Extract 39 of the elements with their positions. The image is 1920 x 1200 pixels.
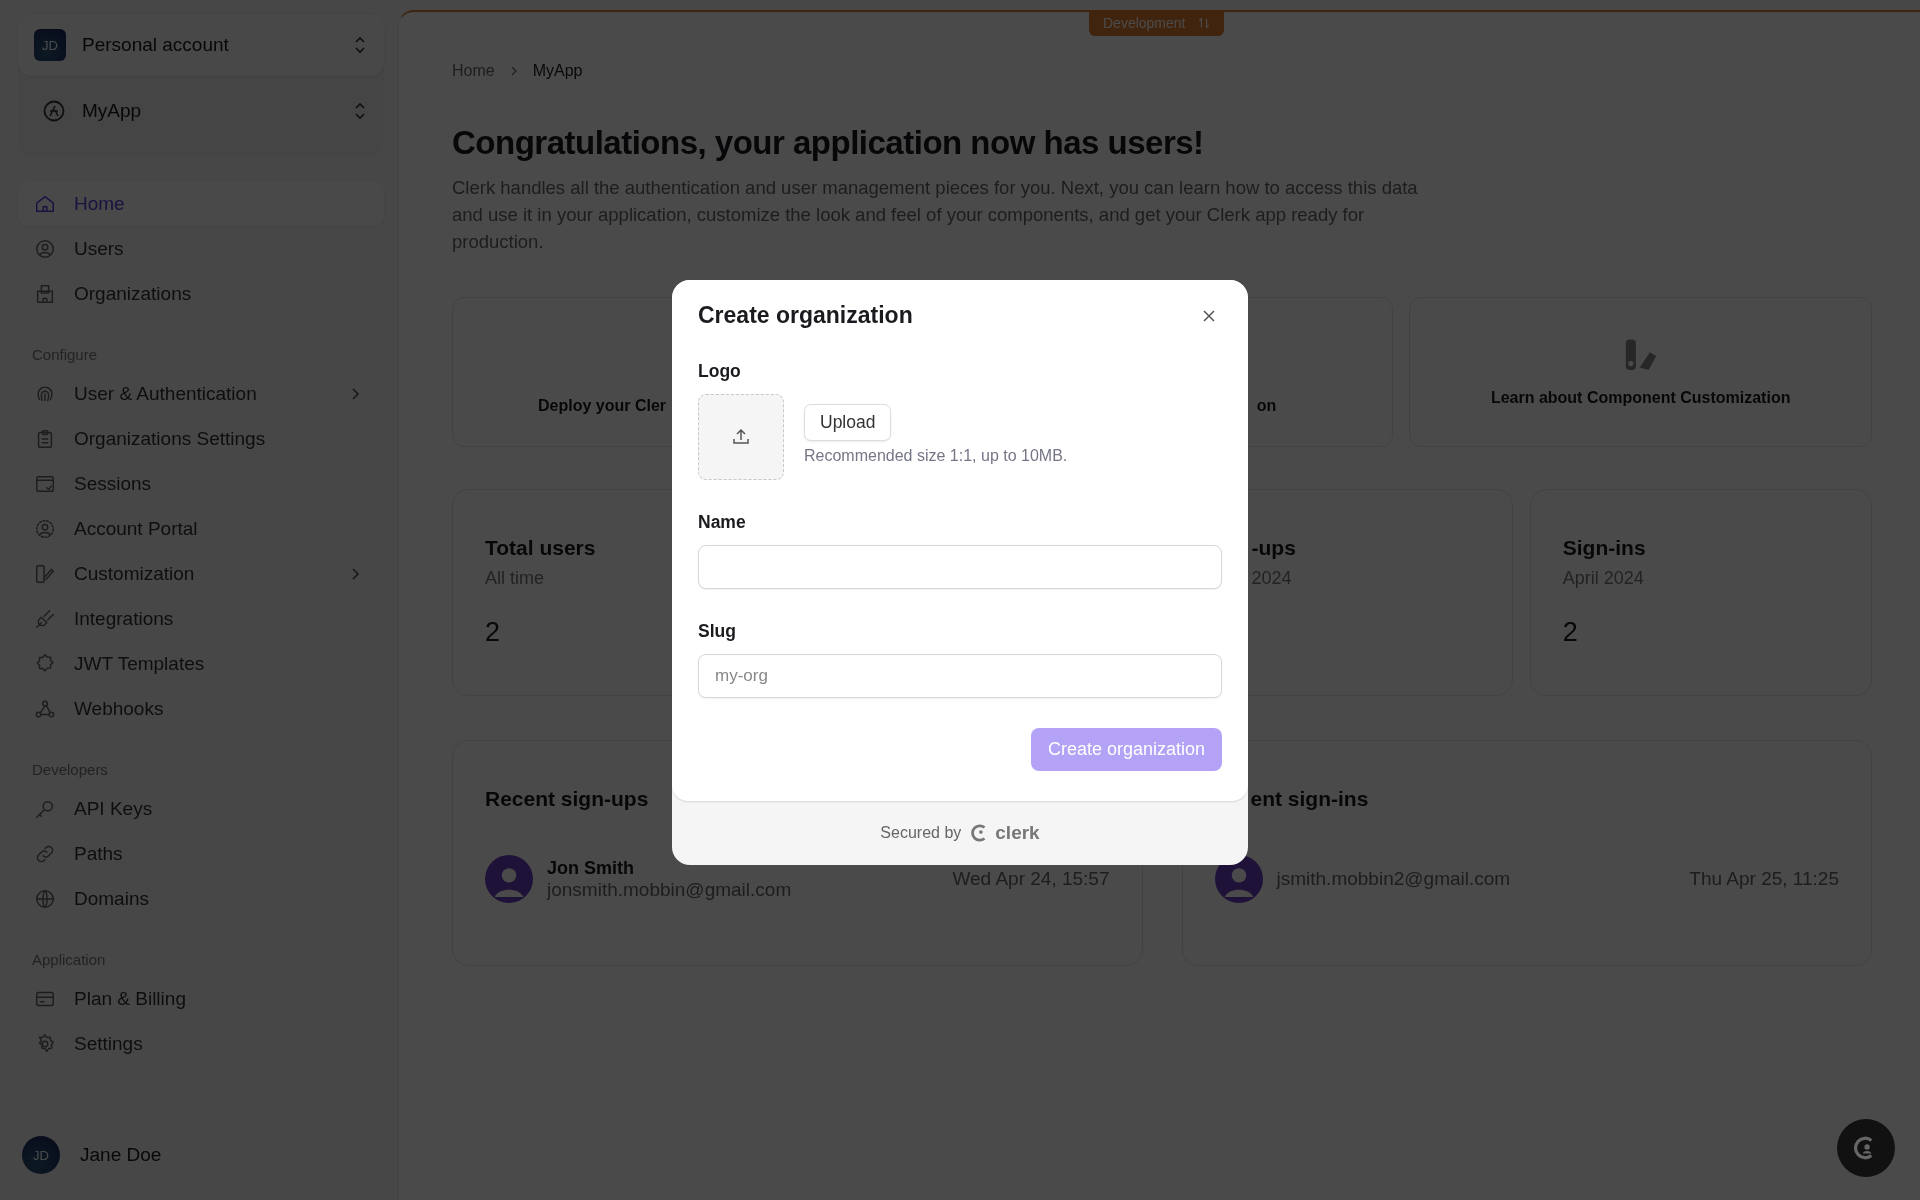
stat-value: 2	[1562, 617, 1578, 648]
stat-title: Sign-ins	[1562, 536, 1646, 560]
card-title: ent sign-ins	[1249, 787, 1369, 811]
page-heading: Congratulations, your application now has users!	[452, 124, 1205, 162]
nav-item[interactable]: Organizations	[18, 272, 384, 316]
clerk-wordmark: clerk	[995, 822, 1040, 844]
stat-title: Total users	[485, 536, 596, 560]
nav-item[interactable]: Sessions	[18, 462, 384, 506]
upload-icon	[731, 427, 751, 447]
card-title: Recent sign-ups	[485, 787, 649, 811]
nav-item[interactable]: JWT Templates	[18, 642, 384, 686]
input-field[interactable]	[698, 545, 1222, 589]
secured-by-text: Secured by	[880, 824, 962, 842]
nav-item[interactable]: API Keys	[18, 787, 384, 831]
field-label: Name	[698, 512, 747, 533]
app-switcher[interactable]: MyApp	[18, 76, 384, 146]
nav-item[interactable]: Webhooks	[18, 687, 384, 731]
field-label: Slug	[698, 621, 737, 642]
upload-hint: Recommended size 1:1, up to 10MB.	[804, 447, 1068, 465]
nav-item[interactable]: Users	[18, 227, 384, 271]
nav-item[interactable]: Organizations Settings	[18, 417, 384, 461]
nav-item[interactable]: Plan & Billing	[18, 977, 384, 1021]
stat-title: -ups	[1251, 536, 1296, 560]
nav-item[interactable]: Settings	[18, 1022, 384, 1066]
user-menu[interactable]: JD Jane Doe	[18, 1120, 384, 1190]
upload-button[interactable]: Upload	[804, 404, 892, 441]
stat-value: 2	[485, 617, 501, 648]
nav-item[interactable]: Paths	[18, 832, 384, 876]
dialog-title: Create organization	[698, 302, 913, 329]
close-icon[interactable]	[1202, 308, 1216, 323]
nav-item[interactable]: User & Authentication	[18, 372, 384, 416]
user-name: Jon Smith	[547, 857, 635, 879]
field-label: Logo	[698, 361, 742, 382]
nav-item[interactable]: Account Portal	[18, 507, 384, 551]
nav-item[interactable]: Customization	[18, 552, 384, 596]
input-field[interactable]: my-org	[698, 654, 1222, 698]
nav-item[interactable]: Domains	[18, 877, 384, 921]
nav-item[interactable]: Integrations	[18, 597, 384, 641]
breadcrumb-link[interactable]: MyApp	[532, 62, 583, 80]
